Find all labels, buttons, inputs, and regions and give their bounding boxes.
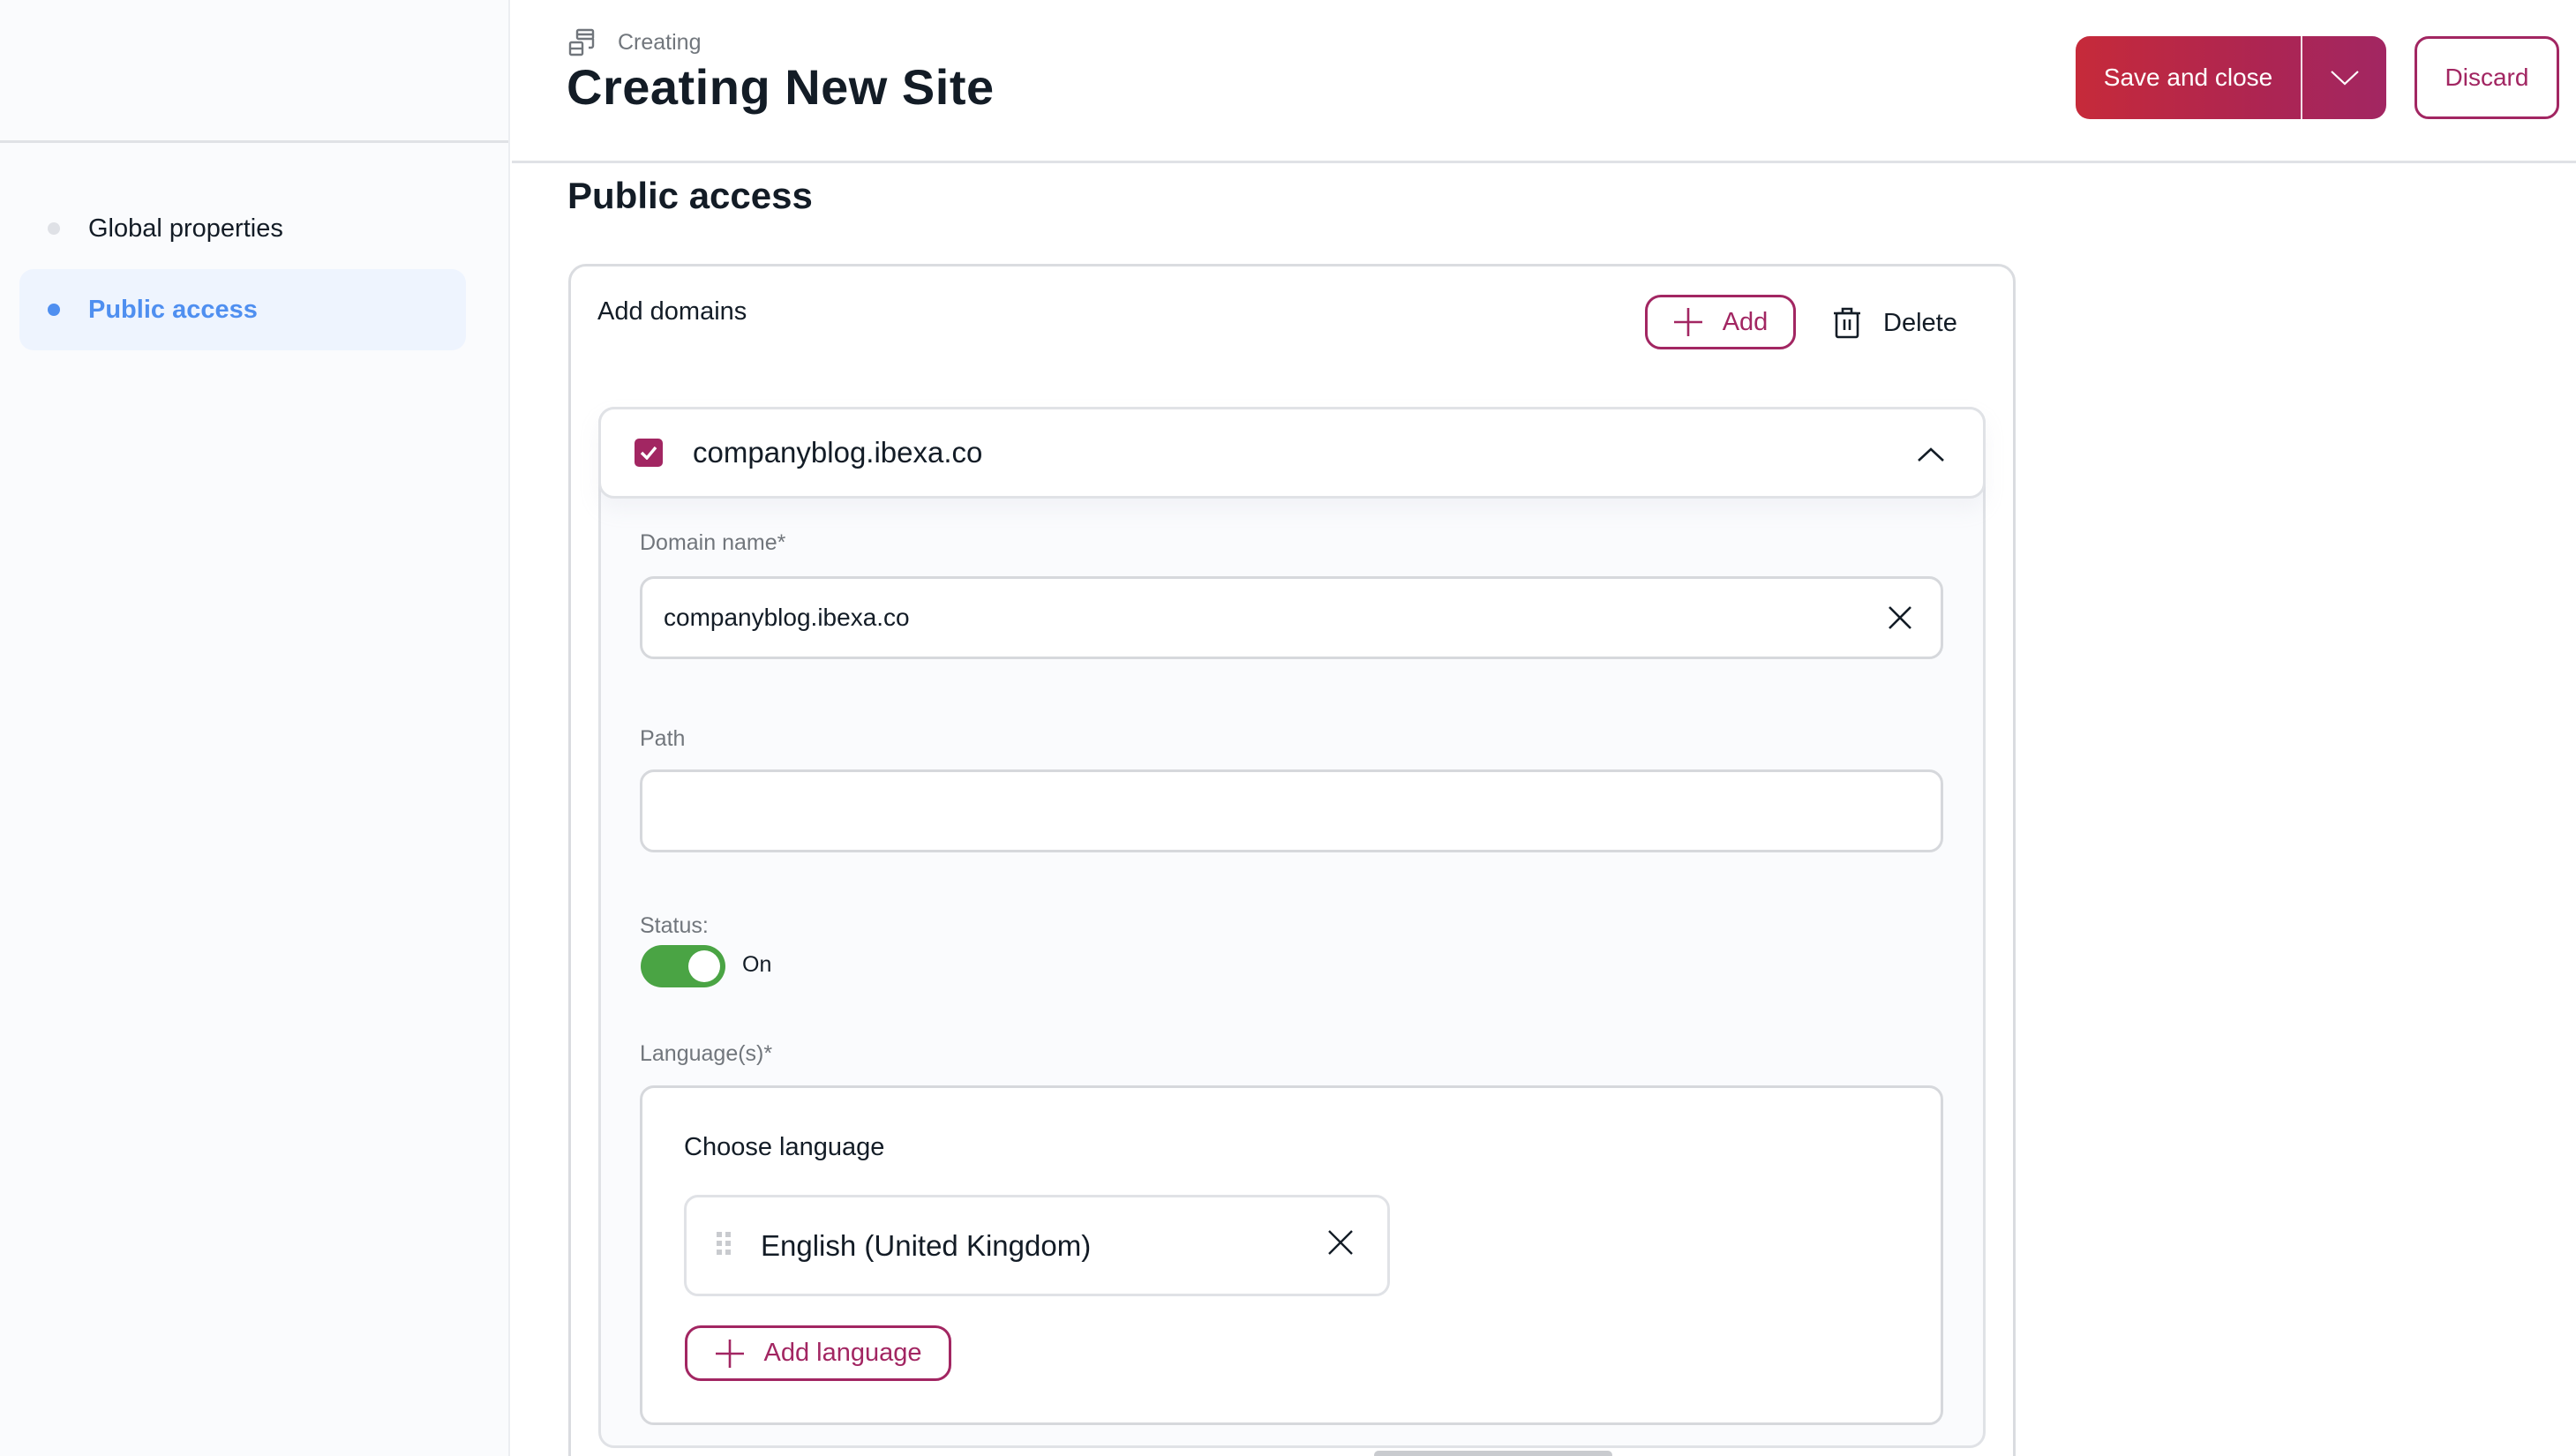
add-language-button[interactable]: Add language <box>685 1325 951 1381</box>
domain-select-checkbox[interactable] <box>635 439 663 467</box>
breadcrumb-text: Creating <box>618 29 702 55</box>
add-domain-button[interactable]: Add <box>1645 295 1796 349</box>
toggle-knob <box>688 950 720 982</box>
scrollbar[interactable] <box>1374 1451 1612 1456</box>
add-domain-label: Add <box>1722 307 1769 336</box>
status-label: Status: <box>640 913 709 938</box>
language-item-label: English (United Kingdom) <box>761 1228 1092 1262</box>
choose-language-label: Choose language <box>684 1133 885 1161</box>
add-domains-label: Add domains <box>597 297 747 326</box>
collapse-button[interactable] <box>1916 436 1946 476</box>
chevron-down-icon <box>2330 71 2359 86</box>
languages-label: Language(s)* <box>640 1041 773 1066</box>
save-options-dropdown-button[interactable] <box>2302 36 2386 119</box>
domain-name-field <box>640 576 1943 659</box>
breadcrumb: Creating <box>568 28 702 56</box>
discard-button[interactable]: Discard <box>2415 36 2559 119</box>
chevron-up-icon <box>1918 447 1944 462</box>
plus-icon <box>1673 308 1702 336</box>
path-field <box>640 769 1943 852</box>
status-toggle[interactable] <box>641 945 725 987</box>
path-input[interactable] <box>664 772 1941 850</box>
save-button-group: Save and close <box>2076 36 2386 119</box>
clear-domain-button[interactable] <box>1882 600 1918 635</box>
domain-item-header[interactable]: companyblog.ibexa.co <box>598 407 1986 499</box>
content-type-icon <box>568 28 595 56</box>
plus-icon <box>715 1339 744 1368</box>
trash-icon <box>1834 307 1860 339</box>
remove-language-button[interactable] <box>1327 1229 1354 1260</box>
page-title: Creating New Site <box>567 59 995 115</box>
sidebar-header <box>0 0 508 143</box>
domain-name-label: Domain name* <box>640 530 786 555</box>
inactive-dot-icon <box>48 222 60 235</box>
sidebar-item-label: Public access <box>88 295 258 324</box>
add-language-label: Add language <box>763 1339 922 1367</box>
section-title: Public access <box>567 175 813 216</box>
close-icon <box>1889 606 1911 629</box>
active-dot-icon <box>48 304 60 316</box>
domain-name-input[interactable] <box>664 579 1882 657</box>
sidebar-item-public-access[interactable]: Public access <box>19 269 466 350</box>
status-value: On <box>742 952 772 977</box>
language-item: English (United Kingdom) <box>684 1195 1390 1296</box>
drag-handle-icon[interactable] <box>717 1232 731 1259</box>
domain-item-title: companyblog.ibexa.co <box>693 436 983 469</box>
delete-label: Delete <box>1883 308 1957 337</box>
path-label: Path <box>640 726 686 751</box>
sidebar-item-label: Global properties <box>88 214 283 243</box>
save-and-close-button[interactable]: Save and close <box>2076 36 2302 119</box>
close-icon <box>1328 1230 1353 1255</box>
sidebar-item-global-properties[interactable]: Global properties <box>19 188 466 269</box>
checkmark-icon <box>640 446 657 460</box>
delete-domain-button[interactable]: Delete <box>1832 298 1957 348</box>
